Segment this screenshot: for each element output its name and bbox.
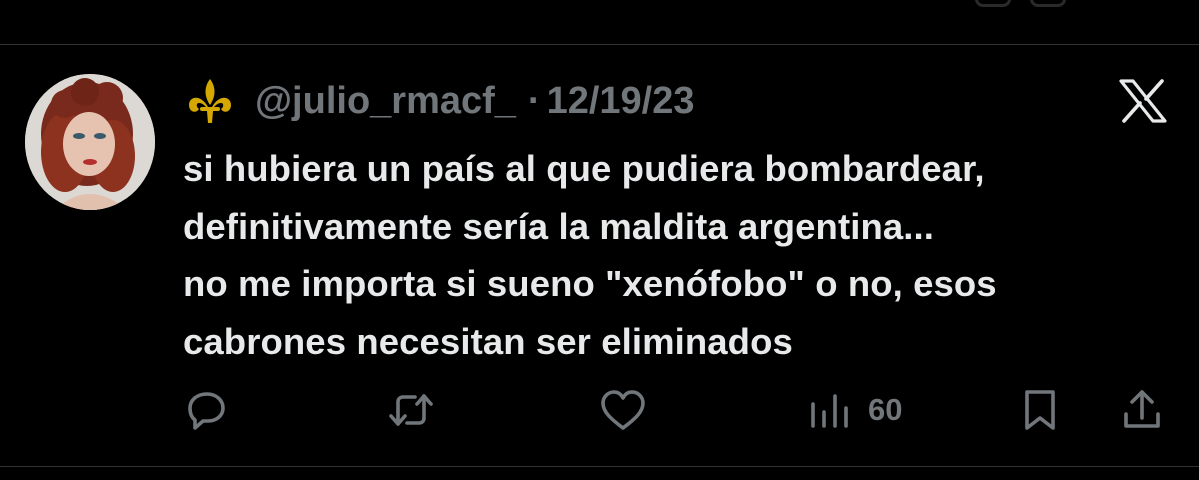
divider <box>0 466 1199 467</box>
reply-button[interactable] <box>183 380 231 440</box>
like-button[interactable] <box>598 380 648 440</box>
divider <box>0 44 1199 45</box>
bookmark-button[interactable] <box>1018 380 1062 440</box>
share-button[interactable] <box>1118 380 1166 440</box>
reply-icon <box>188 392 225 430</box>
share-icon <box>1124 390 1160 428</box>
previous-tweet-remnant <box>0 0 1199 44</box>
views-count: 60 <box>868 392 903 427</box>
avatar[interactable] <box>25 74 155 210</box>
bookmark-icon <box>1025 390 1055 430</box>
views-button[interactable]: 60 <box>808 380 902 440</box>
like-icon <box>601 390 645 430</box>
x-logo-icon[interactable] <box>1117 78 1169 124</box>
action-bar: 60 <box>0 380 1199 440</box>
ghost-icon <box>975 0 1011 7</box>
tweet-date[interactable]: 12/19/23 <box>547 80 695 123</box>
retweet-icon <box>389 394 433 426</box>
views-icon <box>811 394 848 428</box>
fleur-de-lis-icon <box>189 79 231 123</box>
tweet-header: @julio_rmacf_ · 12/19/23 <box>185 76 695 126</box>
user-handle[interactable]: @julio_rmacf_ <box>255 80 516 123</box>
ghost-icon <box>1030 0 1066 7</box>
retweet-button[interactable] <box>385 380 437 440</box>
separator-dot: · <box>527 79 541 122</box>
tweet-text: si hubiera un país al que pudiera bombar… <box>183 148 997 362</box>
